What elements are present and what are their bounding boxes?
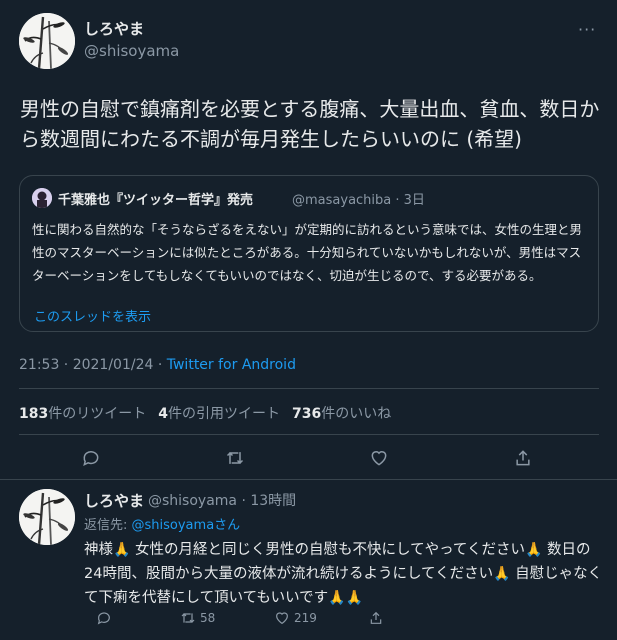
praying-hands-icon: 🙏 <box>345 590 364 606</box>
reply-author-name[interactable]: しろやま <box>84 490 144 511</box>
retweet-count[interactable]: 183 <box>19 406 48 422</box>
reply-icon[interactable] <box>81 448 101 468</box>
quoted-author-name: 千葉雅也『ツイッター哲学』発売 <box>58 193 254 208</box>
praying-hands-icon: 🙏 <box>328 590 346 606</box>
reply-text: 神様🙏 女性の月経と同じく男性の自慰も不快にしてやってください🙏 数日の24時間… <box>84 538 604 610</box>
author-handle[interactable]: @shisoyama <box>84 42 179 60</box>
replying-to-label: 返信先: <box>84 518 132 533</box>
retweet-label[interactable]: 件のリツイート <box>48 406 146 422</box>
bamboo-ink-icon <box>19 13 75 69</box>
show-thread-link[interactable]: このスレッドを表示 <box>34 306 151 325</box>
reply-icon <box>97 612 110 625</box>
praying-hands-icon: 🙏 <box>524 542 543 558</box>
divider <box>19 388 599 389</box>
author-avatar[interactable] <box>19 13 75 69</box>
author-name[interactable]: しろやま <box>84 18 144 39</box>
share-icon <box>370 611 382 624</box>
reply-author-handle[interactable]: @shisoyama · 13時間 <box>148 490 296 510</box>
bamboo-ink-icon <box>19 489 75 545</box>
quote-label[interactable]: 件の引用ツイート <box>168 406 280 422</box>
reply-like-count: 219 <box>294 611 317 625</box>
tweet-meta: 21:53 · 2021/01/24 · Twitter for Android <box>19 357 296 373</box>
tweet-text: 男性の自慰で鎮痛剤を必要とする腹痛、大量出血、貧血、数日から数週間にわたる不調が… <box>20 97 600 151</box>
tweet-source[interactable]: Twitter for Android <box>167 357 296 373</box>
like-icon <box>276 612 288 625</box>
reply-text-part: 女性の月経と同じく男性の自慰も不快にしてやってください <box>130 542 525 558</box>
tweet-timestamp[interactable]: 21:53 · 2021/01/24 · <box>19 357 167 373</box>
reply-retweet-button[interactable]: 58 <box>180 610 215 626</box>
reply-reply-button[interactable] <box>96 610 112 626</box>
replying-to-suffix: さん <box>214 518 241 533</box>
like-label[interactable]: 件のいいね <box>321 406 391 422</box>
tweet-stats: 183件のリツイート 4件の引用ツイート 736件のいいね <box>19 403 391 423</box>
like-icon[interactable] <box>369 448 389 468</box>
quoted-tweet[interactable]: 千葉雅也『ツイッター哲学』発売 @masayachiba · 3日 性に関わる自… <box>19 175 599 332</box>
retweet-icon[interactable] <box>225 448 245 468</box>
replying-to: 返信先: @shisoyamaさん <box>84 514 240 533</box>
quoted-author-handle: @masayachiba · 3日 <box>292 193 425 208</box>
more-options-icon[interactable]: ··· <box>578 20 596 39</box>
reply-share-button[interactable] <box>368 610 384 626</box>
praying-hands-icon: 🙏 <box>113 542 131 558</box>
reply-retweet-count: 58 <box>200 611 216 625</box>
reply-author-avatar[interactable] <box>19 489 75 545</box>
replying-to-handle[interactable]: @shisoyama <box>132 518 215 533</box>
quoted-author-avatar <box>32 188 52 208</box>
divider <box>0 479 617 480</box>
retweet-icon <box>181 613 195 623</box>
divider <box>19 434 599 435</box>
like-count[interactable]: 736 <box>292 406 321 422</box>
quoted-tweet-text: 性に関わる自然的な「そうならざるをえない」が定期的に訪れるという意味では、女性の… <box>32 222 583 283</box>
reply-actions: 58 219 <box>84 610 544 630</box>
quote-count[interactable]: 4 <box>158 406 168 422</box>
reply-text-part: 神様 <box>84 542 113 558</box>
share-icon[interactable] <box>513 448 533 468</box>
praying-hands-icon: 🙏 <box>493 566 511 582</box>
reply-like-button[interactable]: 219 <box>274 610 317 626</box>
